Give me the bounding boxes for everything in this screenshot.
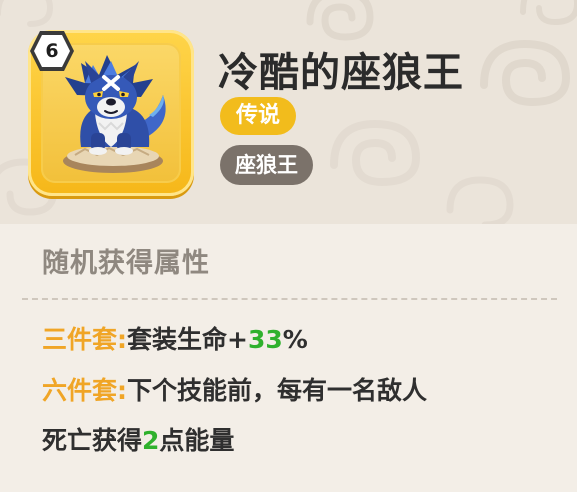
- mount-name: 冷酷的座狼王: [218, 50, 464, 96]
- six-set-label: 六件套:: [42, 376, 127, 405]
- six-set-bonus: 六件套:下个技能前，每有一名敌人: [42, 374, 427, 408]
- six-set-text-line2: 死亡获得: [42, 426, 143, 455]
- six-set-text-line2-end: 点能量: [159, 426, 235, 455]
- level-value: 6: [45, 40, 59, 62]
- three-set-label: 三件套:: [42, 325, 127, 354]
- level-badge: 6: [28, 28, 76, 74]
- rarity-badge: 传说: [220, 97, 297, 135]
- swirl-pattern-icon: [0, 0, 54, 27]
- card-header: 6 冷酷的座狼王 传说 座狼王: [0, 0, 577, 224]
- six-set-text-line1: 下个技能前，每有一名敌人: [127, 376, 428, 405]
- type-badge: 座狼王: [220, 145, 313, 185]
- six-set-bonus-continued: 死亡获得2点能量: [42, 424, 234, 458]
- three-set-value: 33: [247, 325, 283, 354]
- three-set-text: 套装生命+: [127, 325, 248, 354]
- section-title: 随机获得属性: [42, 248, 210, 279]
- swirl-pattern-icon: [480, 39, 571, 107]
- mount-detail-card: 6 冷酷的座狼王 传说 座狼王 随机获得属性 三件套:套装生命+33% 六件套:…: [0, 0, 577, 492]
- dashed-divider: [22, 298, 557, 300]
- three-set-suffix: %: [282, 325, 308, 354]
- three-set-bonus: 三件套:套装生命+33%: [42, 323, 308, 357]
- six-set-value: 2: [142, 426, 160, 455]
- swirl-pattern-icon: [306, 0, 374, 41]
- swirl-pattern-icon: [520, 0, 577, 26]
- swirl-pattern-icon: [446, 176, 514, 224]
- swirl-pattern-icon: [330, 119, 421, 187]
